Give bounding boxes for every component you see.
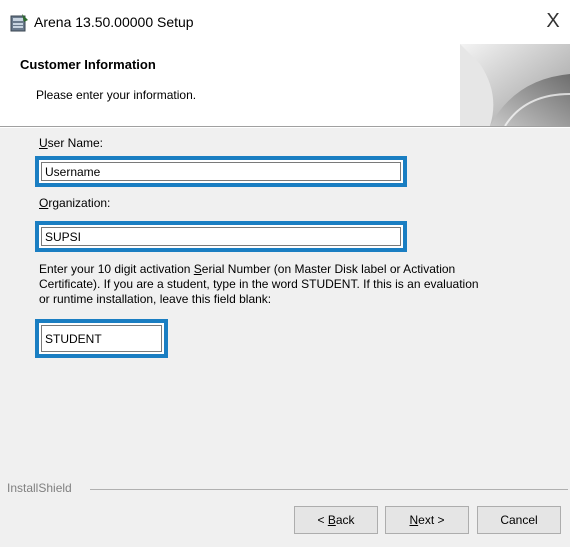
window-title: Arena 13.50.00000 Setup <box>34 14 194 30</box>
username-field-wrapper <box>35 156 407 187</box>
close-icon: X <box>546 10 560 32</box>
installer-icon <box>10 14 28 32</box>
organization-field-wrapper <box>35 221 407 252</box>
back-button[interactable]: < Back <box>294 506 378 534</box>
title-bar: Arena 13.50.00000 Setup X <box>0 0 570 44</box>
organization-label: Organization: <box>39 196 111 210</box>
username-label: User Name: <box>39 136 104 150</box>
organization-input[interactable] <box>41 227 401 246</box>
serial-number-input[interactable] <box>41 325 162 352</box>
username-input[interactable] <box>41 162 401 181</box>
installshield-brand: InstallShield <box>7 481 72 495</box>
page-title: Customer Information <box>20 57 156 72</box>
cancel-button[interactable]: Cancel <box>477 506 561 534</box>
close-button[interactable]: X <box>536 4 570 38</box>
footer-separator <box>90 489 568 490</box>
header-banner: Customer Information Please enter your i… <box>0 44 570 126</box>
serial-field-wrapper <box>35 319 168 358</box>
page-subtitle: Please enter your information. <box>36 88 197 102</box>
banner-artwork-icon <box>460 44 570 126</box>
dialog-body: User Name: Organization: Enter your 10 d… <box>0 128 570 547</box>
next-button[interactable]: Next > <box>385 506 469 534</box>
serial-instructions: Enter your 10 digit activation Serial Nu… <box>39 262 479 306</box>
